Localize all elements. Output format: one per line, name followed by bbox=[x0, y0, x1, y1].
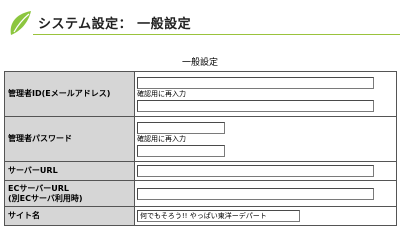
admin-password-label: 管理者パスワード bbox=[4, 116, 135, 162]
page-header: システム設定： 一般設定 bbox=[0, 0, 400, 40]
site-name-cell: 何でもそろう!! やっぱい東洋ーデパート bbox=[134, 206, 397, 226]
ec-server-url-label: ECサーバーURL (別ECサーバ利用時) bbox=[4, 180, 135, 207]
general-settings-table: 管理者ID(Eメールアドレス) 確認用に再入力 管理者パスワード 確認用に再入力… bbox=[4, 71, 397, 226]
server-url-cell bbox=[134, 161, 397, 181]
site-name-label: サイト名 bbox=[4, 206, 135, 226]
admin-password-cell: 確認用に再入力 bbox=[134, 116, 397, 162]
section-title: 一般設定 bbox=[181, 58, 218, 68]
admin-id-label: 管理者ID(Eメールアドレス) bbox=[4, 71, 135, 117]
table-row: ECサーバーURL (別ECサーバ利用時) bbox=[4, 180, 397, 207]
ec-server-url-label-line1: ECサーバーURL bbox=[8, 183, 70, 193]
ec-server-url-cell bbox=[134, 180, 397, 207]
page-title: システム設定： 一般設定 bbox=[38, 17, 192, 32]
admin-id-confirm-label: 確認用に再入力 bbox=[137, 89, 186, 98]
leaf-logo-icon bbox=[10, 11, 31, 35]
admin-password-input[interactable] bbox=[137, 121, 225, 134]
table-row: 管理者パスワード 確認用に再入力 bbox=[4, 116, 397, 162]
site-name-input[interactable]: 何でもそろう!! やっぱい東洋ーデパート bbox=[137, 210, 300, 222]
table-row: サーバーURL bbox=[4, 161, 397, 181]
header-divider bbox=[33, 34, 400, 35]
table-row: 管理者ID(Eメールアドレス) 確認用に再入力 bbox=[4, 71, 397, 117]
admin-password-confirm-label: 確認用に再入力 bbox=[137, 134, 186, 143]
admin-id-confirm-input[interactable] bbox=[137, 99, 374, 112]
admin-id-cell: 確認用に再入力 bbox=[134, 71, 397, 117]
server-url-label: サーバーURL bbox=[4, 161, 135, 181]
server-url-input[interactable] bbox=[137, 165, 374, 177]
ec-server-url-input[interactable] bbox=[137, 187, 374, 200]
table-row: サイト名 何でもそろう!! やっぱい東洋ーデパート bbox=[4, 206, 397, 226]
ec-server-url-label-line2: (別ECサーバ利用時) bbox=[8, 193, 83, 203]
admin-password-confirm-input[interactable] bbox=[137, 144, 225, 157]
admin-id-input[interactable] bbox=[137, 76, 374, 89]
